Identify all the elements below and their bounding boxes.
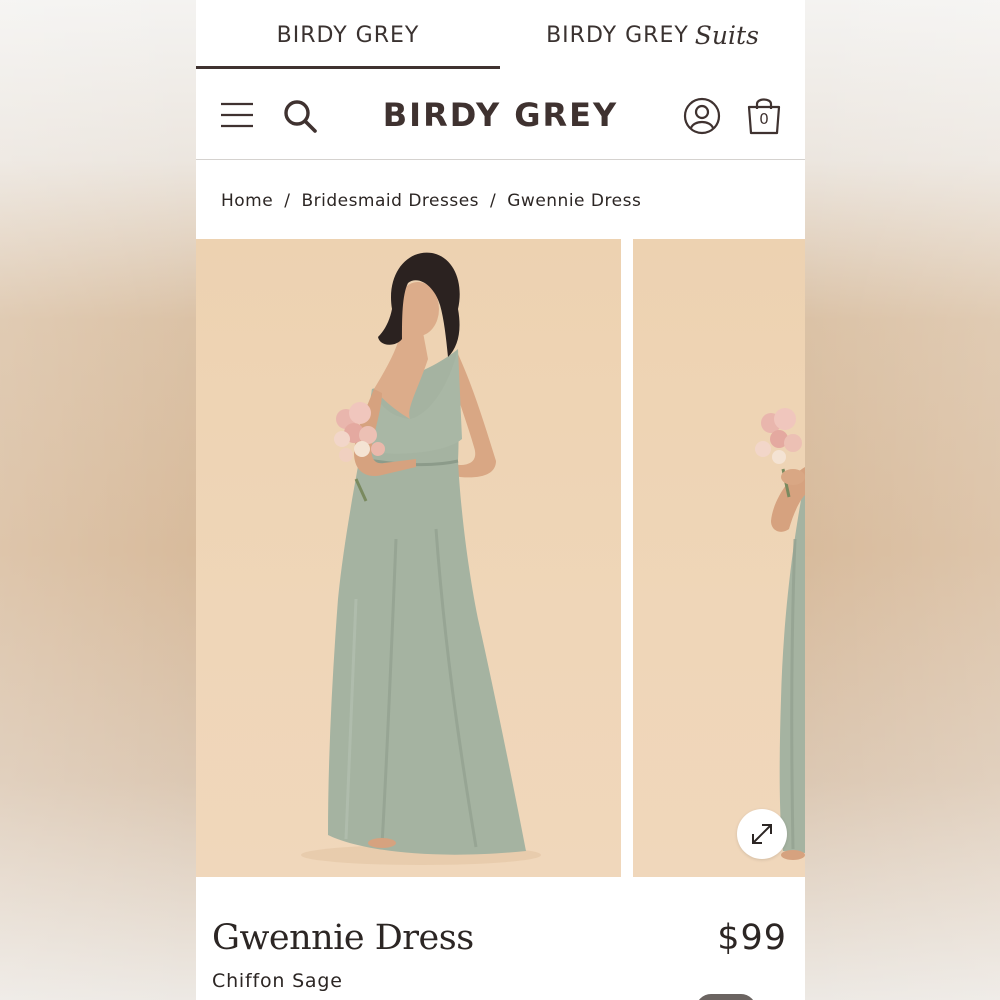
expand-image-button[interactable] xyxy=(737,809,787,859)
search-icon xyxy=(284,100,317,133)
model-photo-secondary xyxy=(755,408,805,860)
account-button[interactable] xyxy=(682,96,722,136)
search-button[interactable] xyxy=(280,96,320,136)
product-variant: Chiffon Sage xyxy=(212,970,343,992)
active-tab-indicator xyxy=(196,66,500,69)
breadcrumb-separator: / xyxy=(490,191,497,211)
product-image-main[interactable] xyxy=(196,239,621,877)
product-gallery[interactable] xyxy=(196,239,805,877)
product-title: Gwennie Dress xyxy=(212,918,474,958)
background-blur-right xyxy=(804,0,1000,1000)
bag-button[interactable]: 0 xyxy=(744,94,784,136)
menu-button[interactable] xyxy=(218,98,256,132)
expand-arrows-icon xyxy=(752,824,772,844)
site-logo[interactable]: BIRDY GREY xyxy=(346,94,655,136)
color-swatch[interactable] xyxy=(696,994,756,1000)
breadcrumb-bridesmaid-dresses[interactable]: Bridesmaid Dresses xyxy=(301,191,479,211)
tab-label: BIRDY GREY xyxy=(546,22,689,48)
product-price: $99 xyxy=(717,918,787,958)
menu-icon xyxy=(221,102,253,128)
tab-birdy-grey-suits[interactable]: BIRDY GREY Suits xyxy=(500,0,805,70)
breadcrumb-current: Gwennie Dress xyxy=(507,191,642,211)
model-photo xyxy=(301,252,541,865)
breadcrumb-separator: / xyxy=(284,191,291,211)
tab-label: BIRDY GREY xyxy=(276,22,420,48)
brand-tabs: BIRDY GREY BIRDY GREY Suits xyxy=(196,0,805,70)
background-blur-left xyxy=(0,0,196,1000)
tab-suffix: Suits xyxy=(694,20,759,50)
breadcrumb-home[interactable]: Home xyxy=(221,191,273,211)
account-icon xyxy=(683,97,721,135)
breadcrumb: Home / Bridesmaid Dresses / Gwennie Dres… xyxy=(221,186,641,216)
tab-birdy-grey[interactable]: BIRDY GREY xyxy=(196,0,500,70)
bag-count: 0 xyxy=(759,110,769,128)
phone-screen: BIRDY GREY BIRDY GREY Suits BIRDY GREY 0… xyxy=(196,0,805,1000)
product-image-secondary[interactable] xyxy=(633,239,805,877)
site-header: BIRDY GREY 0 xyxy=(196,70,805,160)
